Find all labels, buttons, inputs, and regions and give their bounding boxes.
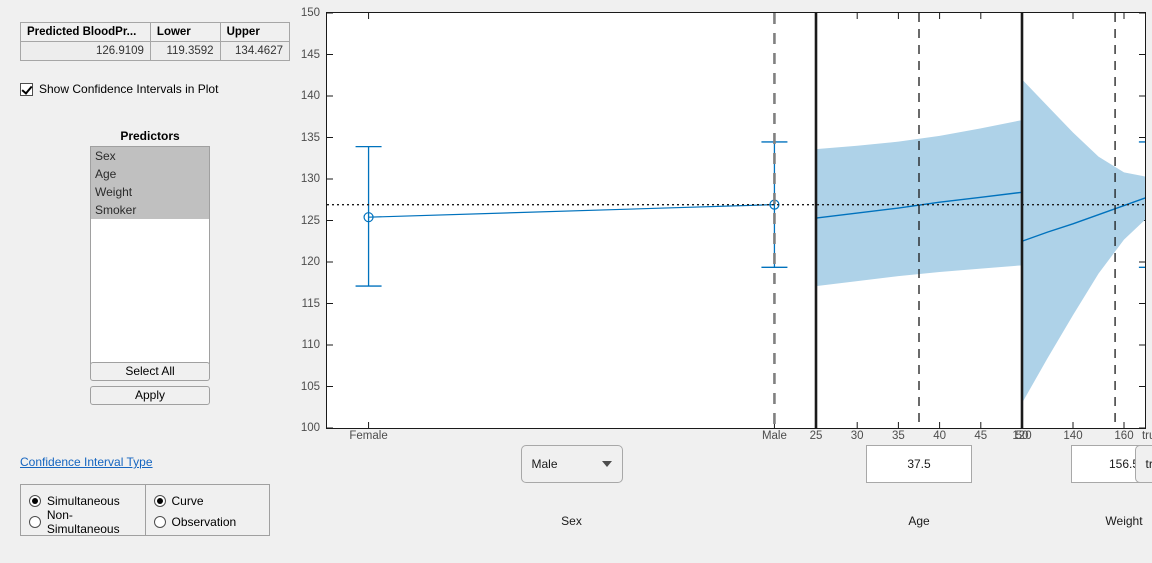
- radio-non-simultaneous-label: Non-Simultaneous: [46, 507, 120, 536]
- radio-observation-indicator[interactable]: [153, 515, 166, 528]
- radio-non-simultaneous[interactable]: Non-Simultaneous: [29, 508, 145, 536]
- x-axis-tick-label: 40: [933, 430, 946, 442]
- table-row: 126.9109 119.3592 134.4627: [20, 41, 291, 61]
- table-header-row: Predicted BloodPr... Lower Upper: [20, 22, 291, 42]
- list-item[interactable]: Sex: [91, 147, 209, 165]
- x-axis-tick-label: 120: [1012, 430, 1032, 442]
- table-header-predicted: Predicted BloodPr...: [20, 22, 151, 42]
- ci-type-column-right: Curve Observation: [144, 485, 270, 535]
- y-axis-tick-label: 115: [301, 297, 320, 310]
- x-axis-tick-label: 45: [974, 430, 988, 442]
- list-item[interactable]: Weight: [91, 183, 209, 201]
- sex-control-label: Sex: [561, 514, 582, 528]
- smoker-value: true: [1145, 457, 1152, 471]
- table-cell-lower: 119.3592: [149, 41, 221, 61]
- age-input[interactable]: 37.5: [866, 445, 972, 483]
- sex-dropdown[interactable]: Male: [520, 445, 623, 483]
- radio-non-simultaneous-indicator[interactable]: [29, 515, 41, 528]
- prediction-table: Predicted BloodPr... Lower Upper 126.910…: [20, 22, 291, 61]
- predictors-listbox[interactable]: Sex Age Weight Smoker: [90, 146, 210, 364]
- radio-curve-label: Curve: [171, 493, 204, 508]
- weight-control-label: Weight: [1105, 514, 1143, 528]
- apply-button[interactable]: Apply: [90, 386, 210, 405]
- table-cell-predicted: 126.9109: [20, 41, 151, 61]
- prediction-plot-area: 100 105 110 115 120 125 130 135 140 145 150 Female…: [290, 0, 1152, 563]
- plot-canvas[interactable]: [326, 12, 1146, 429]
- y-axis-tick-label: 135: [300, 131, 320, 144]
- table-header-upper: Upper: [219, 22, 291, 42]
- list-item[interactable]: Smoker: [91, 201, 209, 219]
- radio-simultaneous-indicator[interactable]: [29, 494, 41, 507]
- x-axis-tick-label: 35: [891, 430, 905, 442]
- y-axis-tick-label: 130: [300, 173, 320, 185]
- smoker-dropdown[interactable]: true: [1134, 445, 1152, 483]
- y-axis-tick-label: 145: [300, 48, 320, 61]
- show-confidence-intervals-checkbox-row[interactable]: Show Confidence Intervals in Plot: [20, 82, 218, 96]
- y-axis-tick-label: 110: [301, 339, 320, 351]
- age-value: 37.5: [907, 457, 931, 471]
- select-all-button[interactable]: Select All: [90, 362, 210, 381]
- prediction-line: [368, 204, 775, 218]
- confidence-band: [1022, 79, 1145, 404]
- x-axis-tick-label: Male: [761, 430, 787, 442]
- y-axis-tick-label: 125: [300, 214, 320, 227]
- y-axis-tick-label: 140: [300, 90, 320, 102]
- radio-observation[interactable]: Observation: [153, 511, 270, 532]
- radio-curve[interactable]: Curve: [153, 490, 270, 511]
- confidence-interval-type-group: Simultaneous Non-Simultaneous Curve Obse…: [20, 484, 270, 536]
- x-axis-tick-label: 160: [1114, 430, 1134, 442]
- ci-type-column-left: Simultaneous Non-Simultaneous: [21, 485, 145, 536]
- sex-value: Male: [531, 457, 558, 471]
- x-axis-tick-label: 25: [809, 430, 823, 442]
- radio-simultaneous-label: Simultaneous: [47, 493, 120, 508]
- show-confidence-intervals-checkbox[interactable]: [20, 82, 33, 96]
- show-confidence-intervals-label: Show Confidence Intervals in Plot: [39, 82, 219, 96]
- radio-curve-indicator[interactable]: [153, 494, 166, 507]
- y-axis-tick-label: 100: [300, 422, 320, 434]
- age-control-label: Age: [908, 514, 930, 528]
- y-axis-tick-label: 150: [300, 7, 320, 19]
- list-item[interactable]: Age: [91, 165, 209, 183]
- radio-observation-label: Observation: [171, 514, 237, 529]
- left-control-panel: Predicted BloodPr... Lower Upper 126.910…: [0, 0, 291, 563]
- x-axis-tick-label: true: [1141, 430, 1152, 442]
- confidence-interval-type-link[interactable]: Confidence Interval Type: [20, 455, 153, 469]
- x-axis-tick-label: 30: [850, 430, 864, 442]
- x-axis-tick-label: Female: [349, 430, 388, 442]
- y-axis-tick-label: 120: [300, 256, 320, 268]
- chevron-down-icon[interactable]: [601, 461, 612, 467]
- x-axis-tick-label: 140: [1063, 430, 1083, 442]
- y-axis-tick-label: 105: [300, 380, 320, 393]
- y-axis-tick-labels: 100 105 110 115 120 125 130 135 140 145 150: [290, 7, 320, 434]
- table-header-lower: Lower: [149, 22, 221, 42]
- table-cell-upper: 134.4627: [219, 41, 291, 61]
- predictors-title: Predictors: [120, 129, 180, 143]
- plot-svg: [327, 13, 1145, 428]
